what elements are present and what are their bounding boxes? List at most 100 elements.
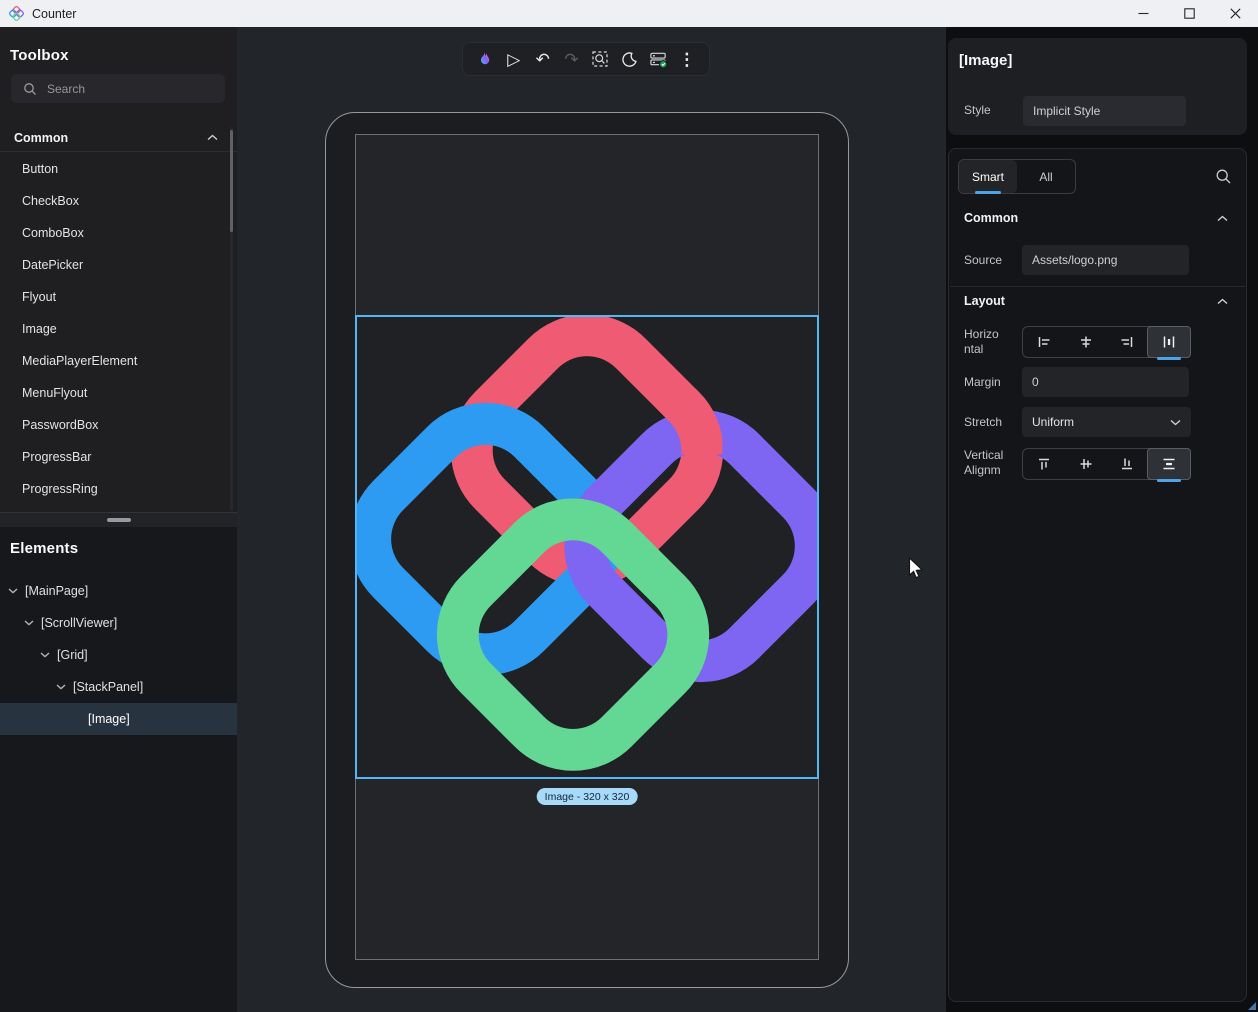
tab-all[interactable]: All <box>1017 160 1075 193</box>
app-logo-icon <box>9 6 24 21</box>
elements-panel: Elements [MainPage] [ScrollViewer] [Grid… <box>0 527 237 1012</box>
chevron-down-icon <box>40 652 50 658</box>
redo-button[interactable]: ↷ <box>559 46 585 72</box>
properties-search-icon[interactable] <box>1215 168 1232 185</box>
margin-input[interactable] <box>1022 367 1189 397</box>
style-input[interactable] <box>1023 96 1186 126</box>
property-tabs: Smart All <box>958 159 1076 194</box>
align-vertical-stretch-button[interactable] <box>1147 448 1191 480</box>
align-vertical-center-button[interactable] <box>1065 449 1107 479</box>
chevron-up-icon <box>1217 298 1228 305</box>
tree-item-image-selected[interactable]: [Image] <box>0 703 237 735</box>
elements-title: Elements <box>10 540 78 557</box>
close-icon <box>1230 8 1241 19</box>
selected-element-header: [Image] <box>959 52 1012 69</box>
horizontal-alignment-group <box>1022 326 1191 358</box>
section-layout[interactable]: Layout <box>964 294 1228 308</box>
stretch-select[interactable]: Uniform <box>1022 407 1191 437</box>
align-vertical-bottom-button[interactable] <box>1107 449 1149 479</box>
hot-design-flame-button[interactable] <box>472 46 498 72</box>
image-selection[interactable] <box>355 315 819 779</box>
align-vertical-top-button[interactable] <box>1023 449 1065 479</box>
align-horizontal-stretch-button[interactable] <box>1147 326 1191 358</box>
selection-size-badge: Image - 320 x 320 <box>537 788 638 805</box>
toolbox-item-combobox[interactable]: ComboBox <box>0 217 229 249</box>
toolbox-item-datepicker[interactable]: DatePicker <box>0 249 229 281</box>
undo-button[interactable]: ↶ <box>530 46 556 72</box>
align-horizontal-right-button[interactable] <box>1107 327 1149 357</box>
active-tab-indicator <box>975 191 1001 195</box>
zoom-selection-button[interactable] <box>587 46 613 72</box>
align-right-icon <box>1119 334 1135 350</box>
toolbox-item-mediaplayerelement[interactable]: MediaPlayerElement <box>0 345 229 377</box>
more-options-button[interactable]: ⋮ <box>674 46 700 72</box>
flame-icon <box>476 50 494 68</box>
toolbox-item-passwordbox[interactable]: PasswordBox <box>0 409 229 441</box>
search-icon <box>23 82 37 96</box>
minimize-button[interactable] <box>1120 0 1166 27</box>
tree-item-scrollviewer[interactable]: [ScrollViewer] <box>0 607 237 639</box>
vertical-alignment-group <box>1022 448 1191 480</box>
tree-item-grid[interactable]: [Grid] <box>0 639 237 671</box>
device-frame: Image - 320 x 320 <box>325 112 849 988</box>
titlebar: Counter <box>0 0 1258 27</box>
search-input[interactable] <box>47 82 197 96</box>
maximize-button[interactable] <box>1166 0 1212 27</box>
source-input[interactable] <box>1022 245 1189 275</box>
uno-logo-image <box>357 317 817 777</box>
align-left-icon <box>1036 334 1052 350</box>
align-stretch-icon <box>1161 456 1177 472</box>
toolbox-item-menuflyout[interactable]: MenuFlyout <box>0 377 229 409</box>
margin-label: Margin <box>964 375 1001 389</box>
align-horizontal-center-button[interactable] <box>1065 327 1107 357</box>
minimize-icon <box>1138 8 1149 19</box>
chevron-down-icon <box>8 588 18 594</box>
toolbox-item-flyout[interactable]: Flyout <box>0 281 229 313</box>
toolbox-search[interactable] <box>11 74 225 103</box>
close-button[interactable] <box>1212 0 1258 27</box>
section-divider <box>950 286 1245 287</box>
chevron-down-icon <box>1170 419 1181 426</box>
toolbox-section-common[interactable]: Common <box>0 124 237 152</box>
tree-item-stackpanel[interactable]: [StackPanel] <box>0 671 237 703</box>
canvas-toolbar: ▷ ↶ ↷ <box>462 42 710 76</box>
page-content-area[interactable]: Image - 320 x 320 <box>355 134 819 960</box>
align-top-icon <box>1036 456 1052 472</box>
window-resize-grip[interactable] <box>1248 1002 1256 1010</box>
moon-icon <box>621 51 638 68</box>
tab-smart[interactable]: Smart <box>959 160 1017 193</box>
style-label: Style <box>964 103 991 117</box>
toolbox-list: Button CheckBox ComboBox DatePicker Flyo… <box>0 153 229 505</box>
toolbox-item-progressring[interactable]: ProgressRing <box>0 473 229 505</box>
toolbox-item-progressbar[interactable]: ProgressBar <box>0 441 229 473</box>
vertical-alignment-label: VerticalAlignm <box>964 448 1003 478</box>
source-label: Source <box>964 253 1002 267</box>
toolbox-title: Toolbox <box>10 47 69 64</box>
panel-splitter[interactable] <box>0 512 237 527</box>
chevron-down-icon <box>56 684 66 690</box>
redo-icon: ↷ <box>564 51 578 68</box>
toolbox-item-checkbox[interactable]: CheckBox <box>0 185 229 217</box>
window-title: Counter <box>32 7 76 21</box>
play-button[interactable]: ▷ <box>501 46 527 72</box>
zoom-selection-icon <box>591 50 609 68</box>
toolbox-scrollbar-thumb[interactable] <box>230 130 233 232</box>
property-inspector-card: Smart All Common Source Layout <box>948 148 1247 1002</box>
toolbox-item-image[interactable]: Image <box>0 313 229 345</box>
align-middle-icon <box>1078 456 1094 472</box>
toolbox-item-button[interactable]: Button <box>0 153 229 185</box>
mouse-cursor <box>908 557 925 581</box>
maximize-icon <box>1184 8 1195 19</box>
align-horizontal-left-button[interactable] <box>1023 327 1065 357</box>
align-stretch-icon <box>1161 334 1177 350</box>
splitter-grip-icon <box>107 518 131 522</box>
selected-indicator <box>1157 357 1181 361</box>
section-common[interactable]: Common <box>964 211 1228 225</box>
play-icon: ▷ <box>507 51 520 68</box>
design-canvas[interactable]: ▷ ↶ ↷ <box>237 27 946 1012</box>
chevron-up-icon <box>1217 215 1228 222</box>
validate-changes-button[interactable] <box>645 46 671 72</box>
selected-element-card: [Image] Style <box>948 38 1247 135</box>
tree-item-mainpage[interactable]: [MainPage] <box>0 575 237 607</box>
theme-toggle-button[interactable] <box>616 46 642 72</box>
